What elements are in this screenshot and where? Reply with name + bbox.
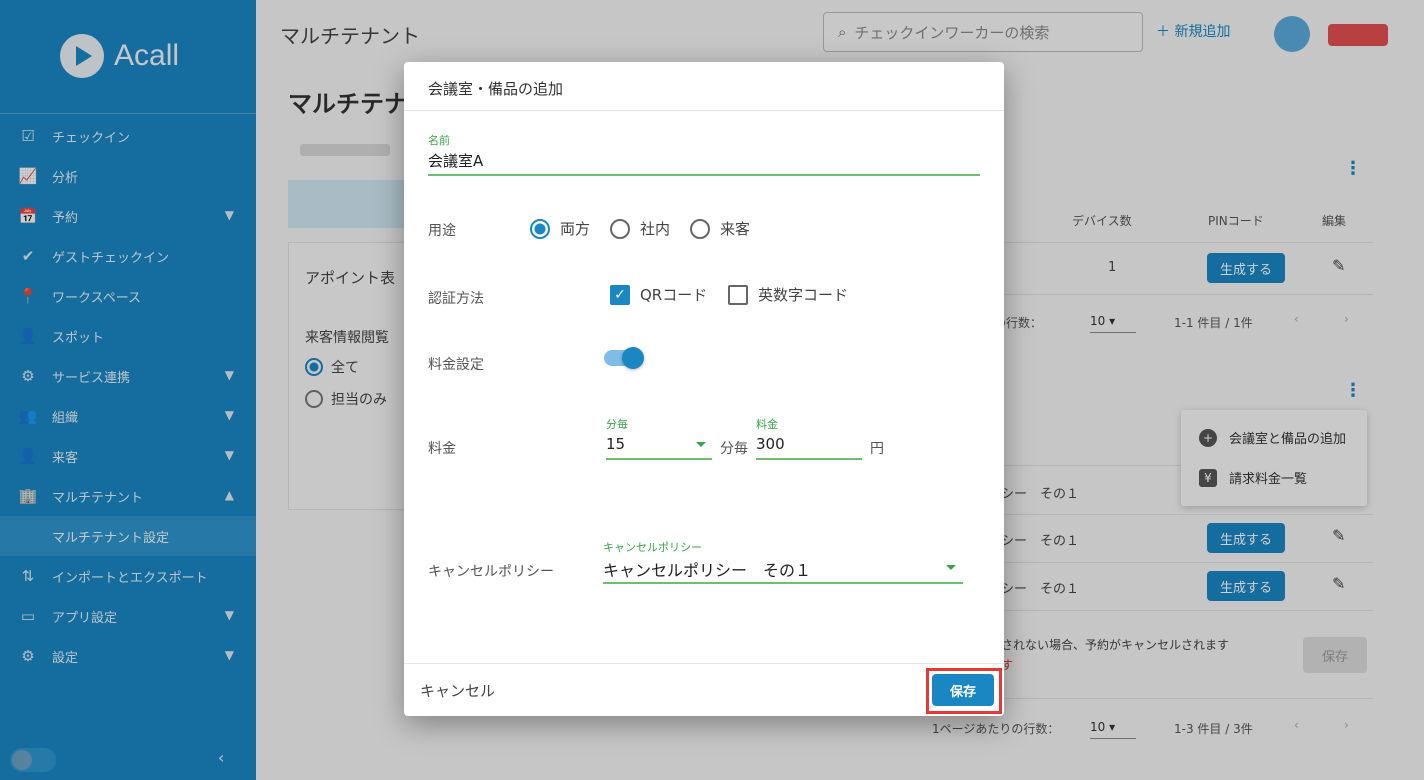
save-button[interactable]: 保存: [932, 674, 994, 706]
cancel-policy-select[interactable]: キャンセルポリシー その１: [603, 557, 811, 581]
price-underline: [756, 458, 862, 460]
auth-option-alnum-label: 英数字コード: [758, 286, 849, 304]
alnum-checkbox: [728, 284, 748, 305]
name-field[interactable]: 会議室A: [428, 150, 483, 171]
per-field-label: 分毎: [606, 418, 628, 431]
usage-option-both-label: 両方: [560, 220, 591, 238]
dialog-footer-divider: [404, 663, 1004, 664]
fee-setting-switch-knob: [622, 347, 644, 369]
auth-option-qr-label: QRコード: [640, 286, 708, 304]
cancel-button[interactable]: キャンセル: [420, 680, 495, 701]
usage-option-internal-label: 社内: [640, 220, 671, 238]
per-minutes-dropdown-icon[interactable]: [696, 442, 706, 447]
dialog-title: 会議室・備品の追加: [428, 80, 564, 98]
usage-label: 用途: [428, 223, 456, 239]
fee-label: 料金: [428, 441, 456, 457]
usage-radio-internal: [610, 218, 630, 239]
price-unit: 円: [870, 441, 884, 457]
usage-option-visitor[interactable]: 来客: [690, 218, 750, 239]
cancel-policy-label: キャンセルポリシー: [428, 564, 554, 580]
usage-radio-visitor: [690, 218, 710, 239]
fee-setting-switch[interactable]: [604, 347, 644, 369]
cancel-policy-field-label: キャンセルポリシー: [603, 541, 702, 554]
fee-setting-label: 料金設定: [428, 357, 484, 373]
per-unit: 分毎: [720, 441, 748, 457]
auth-option-qr[interactable]: ✓ QRコード: [610, 284, 707, 305]
auth-option-alnum[interactable]: 英数字コード: [728, 284, 848, 305]
add-room-dialog: 会議室・備品の追加 名前 会議室A 用途 両方 社内 来客 認証方法 ✓ QRコー…: [404, 62, 1004, 716]
qr-checkbox: ✓: [610, 284, 630, 305]
price-field-label: 料金: [756, 418, 778, 431]
auth-label: 認証方法: [428, 291, 484, 307]
per-minutes-underline: [606, 458, 712, 460]
name-field-underline: [428, 174, 980, 176]
usage-option-internal[interactable]: 社内: [610, 218, 670, 239]
per-minutes-select[interactable]: 15: [606, 435, 625, 453]
usage-option-both[interactable]: 両方: [530, 218, 590, 239]
cancel-policy-underline: [603, 582, 963, 584]
dialog-header-divider: [404, 110, 1004, 111]
price-input[interactable]: 300: [756, 435, 785, 453]
usage-radio-both: [530, 218, 550, 239]
cancel-policy-dropdown-icon[interactable]: [946, 565, 956, 570]
usage-option-visitor-label: 来客: [720, 220, 751, 238]
name-field-label: 名前: [428, 134, 450, 147]
